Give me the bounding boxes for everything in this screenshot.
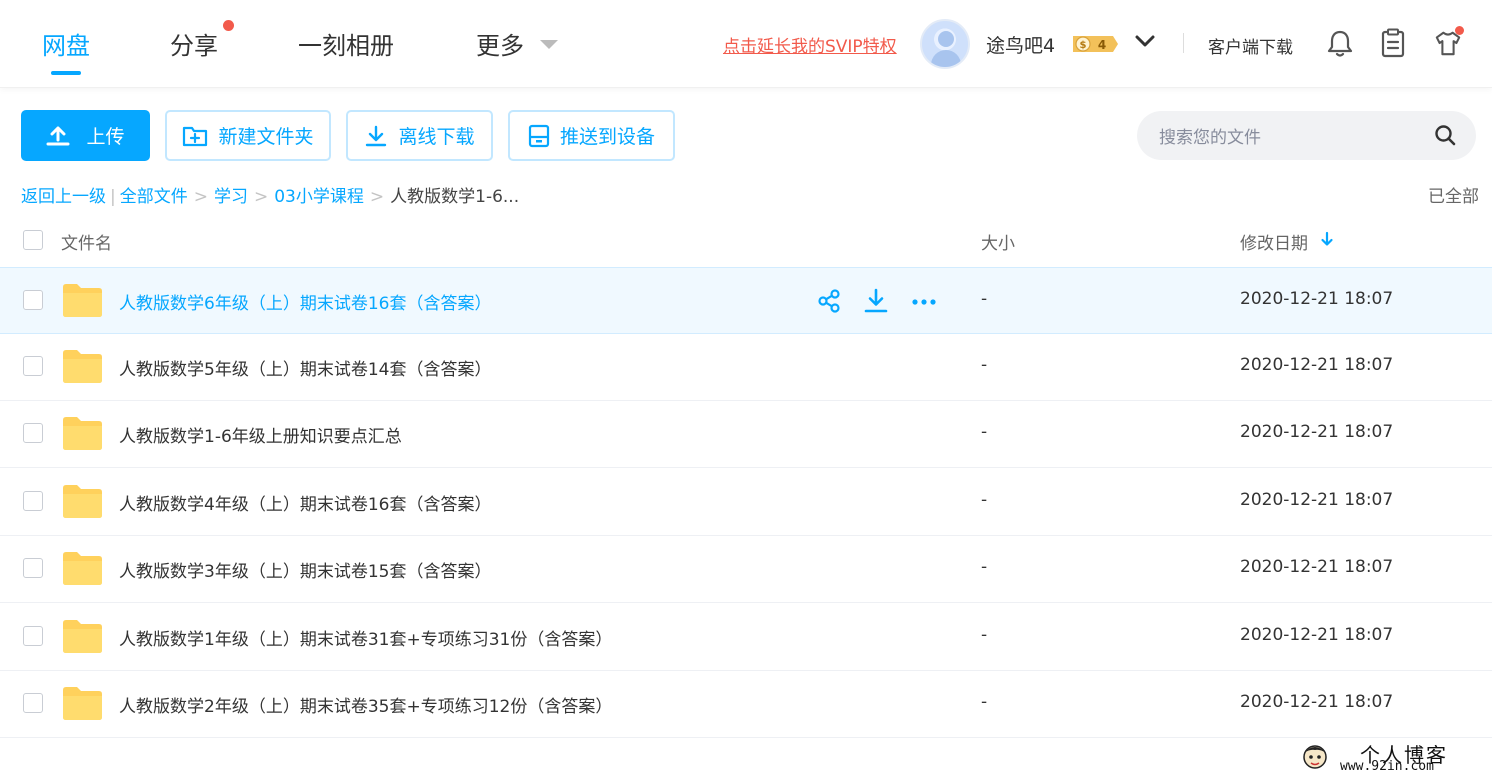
share-icon[interactable] xyxy=(816,288,842,314)
file-date: 2020-12-21 18:07 xyxy=(1240,355,1394,375)
file-size: - xyxy=(981,289,988,309)
column-header-date[interactable]: 修改日期 xyxy=(1240,229,1308,254)
table-row[interactable]: 人教版数学3年级（上）期末试卷15套（含答案） - 2020-12-21 18:… xyxy=(0,536,1492,603)
breadcrumb-study[interactable]: 学习 xyxy=(214,187,248,207)
new-folder-label: 新建文件夹 xyxy=(218,126,314,148)
clipboard-icon[interactable] xyxy=(1379,28,1407,58)
file-name[interactable]: 人教版数学5年级（上）期末试卷14套（含答案） xyxy=(119,355,491,380)
tab-netdisk[interactable]: 网盘 xyxy=(42,26,90,61)
row-checkbox[interactable] xyxy=(23,423,43,443)
folder-icon xyxy=(63,552,102,585)
row-checkbox[interactable] xyxy=(23,626,43,646)
table-row[interactable]: 人教版数学1年级（上）期末试卷31套+专项练习31份（含答案） - 2020-1… xyxy=(0,604,1492,671)
bell-icon[interactable] xyxy=(1326,28,1354,58)
push-to-device-label: 推送到设备 xyxy=(559,126,655,148)
file-name[interactable]: 人教版数学3年级（上）期末试卷15套（含答案） xyxy=(119,557,491,582)
file-size: - xyxy=(981,490,988,510)
table-row[interactable]: 人教版数学2年级（上）期末试卷35套+专项练习12份（含答案） - 2020-1… xyxy=(0,671,1492,738)
upload-button[interactable]: 上传 xyxy=(21,110,150,161)
top-bar: 网盘 分享 一刻相册 更多 点击延长我的SVIP特权 途鸟吧4 $ 4 客户端下… xyxy=(0,0,1492,88)
row-checkbox[interactable] xyxy=(23,693,43,713)
file-name[interactable]: 人教版数学1-6年级上册知识要点汇总 xyxy=(119,422,402,447)
select-all-checkbox[interactable] xyxy=(23,230,43,250)
download-icon[interactable] xyxy=(863,288,889,314)
svip-renew-link[interactable]: 点击延长我的SVIP特权 xyxy=(723,32,897,57)
header-divider xyxy=(1183,33,1184,53)
breadcrumb: 返回上一级 | 全部文件 > 学习 >03小学课程 > 人教版数学1-6... xyxy=(21,187,520,207)
more-options-icon[interactable] xyxy=(911,288,937,314)
push-to-device-button[interactable]: 推送到设备 xyxy=(508,110,675,161)
device-icon xyxy=(528,124,550,147)
row-checkbox[interactable] xyxy=(23,558,43,578)
vip-level: 4 xyxy=(1098,38,1106,52)
client-download-link[interactable]: 客户端下载 xyxy=(1208,33,1293,58)
active-tab-indicator xyxy=(51,71,81,75)
folder-icon xyxy=(63,620,102,653)
column-header-size[interactable]: 大小 xyxy=(981,229,1015,254)
sort-descending-arrow-icon[interactable] xyxy=(1319,230,1335,248)
search-icon[interactable] xyxy=(1434,124,1456,146)
table-row[interactable]: 人教版数学6年级（上）期末试卷16套（含答案） - 2020-12-21 18:… xyxy=(0,267,1492,334)
folder-icon xyxy=(63,687,102,720)
folder-icon xyxy=(63,485,102,518)
upload-icon xyxy=(46,126,70,145)
watermark-mascot-icon xyxy=(1303,745,1327,769)
user-menu-chevron-down-icon[interactable] xyxy=(1134,33,1156,49)
file-date: 2020-12-21 18:07 xyxy=(1240,490,1394,510)
upload-label: 上传 xyxy=(86,126,125,148)
file-date: 2020-12-21 18:07 xyxy=(1240,625,1394,645)
file-size: - xyxy=(981,692,988,712)
file-name[interactable]: 人教版数学6年级（上）期末试卷16套（含答案） xyxy=(119,289,491,314)
theme-notification-dot xyxy=(1455,26,1464,35)
tab-more[interactable]: 更多 xyxy=(476,26,524,61)
file-size: - xyxy=(981,557,988,577)
table-row[interactable]: 人教版数学5年级（上）期末试卷14套（含答案） - 2020-12-21 18:… xyxy=(0,334,1492,401)
new-folder-button[interactable]: 新建文件夹 xyxy=(165,110,331,161)
offline-download-button[interactable]: 离线下载 xyxy=(346,110,493,161)
watermark-url: www.92in.com xyxy=(1340,759,1434,774)
download-icon xyxy=(366,125,387,146)
row-checkbox[interactable] xyxy=(23,290,43,310)
share-notification-dot xyxy=(223,20,234,31)
breadcrumb-current: 人教版数学1-6... xyxy=(390,187,520,207)
column-header-name[interactable]: 文件名 xyxy=(61,229,112,254)
tab-share[interactable]: 分享 xyxy=(170,26,218,61)
row-checkbox[interactable] xyxy=(23,491,43,511)
offline-download-label: 离线下载 xyxy=(398,126,475,148)
row-checkbox[interactable] xyxy=(23,356,43,376)
breadcrumb-primary-course[interactable]: 03小学课程 xyxy=(274,187,364,207)
folder-icon xyxy=(63,284,102,317)
folder-icon xyxy=(63,350,102,383)
file-size: - xyxy=(981,422,988,442)
file-size: - xyxy=(981,355,988,375)
table-row[interactable]: 人教版数学4年级（上）期末试卷16套（含答案） - 2020-12-21 18:… xyxy=(0,469,1492,536)
search-input[interactable]: 搜索您的文件 xyxy=(1159,123,1261,148)
svg-text:$: $ xyxy=(1080,40,1087,51)
folder-plus-icon xyxy=(183,126,208,146)
file-size: - xyxy=(981,625,988,645)
file-date: 2020-12-21 18:07 xyxy=(1240,557,1394,577)
folder-icon xyxy=(63,417,102,450)
search-box[interactable]: 搜索您的文件 xyxy=(1137,111,1476,160)
file-name[interactable]: 人教版数学4年级（上）期末试卷16套（含答案） xyxy=(119,490,491,515)
watermark: 个人博客 www.92in.com xyxy=(1300,741,1480,777)
file-name[interactable]: 人教版数学1年级（上）期末试卷31套+专项练习31份（含答案） xyxy=(119,625,612,650)
username[interactable]: 途鸟吧4 xyxy=(986,31,1055,58)
file-date: 2020-12-21 18:07 xyxy=(1240,422,1394,442)
breadcrumb-all-files[interactable]: 全部文件 xyxy=(120,187,188,207)
avatar[interactable] xyxy=(920,19,970,69)
more-caret-icon[interactable] xyxy=(540,40,558,49)
vip-badge-icon: $ 4 xyxy=(1073,36,1118,52)
file-date: 2020-12-21 18:07 xyxy=(1240,692,1394,712)
table-row[interactable]: 人教版数学1-6年级上册知识要点汇总 - 2020-12-21 18:07 xyxy=(0,401,1492,468)
file-date: 2020-12-21 18:07 xyxy=(1240,289,1394,309)
breadcrumb-back-link[interactable]: 返回上一级 xyxy=(21,187,106,207)
loaded-all-status: 已全部 xyxy=(1428,187,1479,207)
file-name[interactable]: 人教版数学2年级（上）期末试卷35套+专项练习12份（含答案） xyxy=(119,692,612,717)
tab-moment-album[interactable]: 一刻相册 xyxy=(298,26,394,61)
